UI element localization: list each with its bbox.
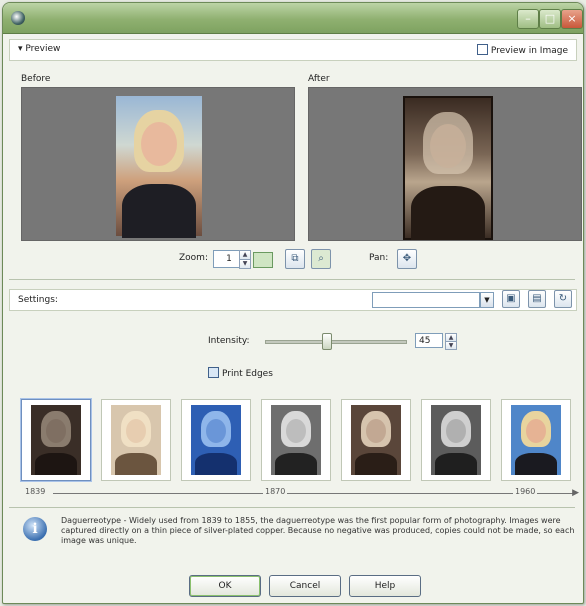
print-edges-label: Print Edges: [222, 369, 273, 379]
after-preview-panel[interactable]: [308, 87, 582, 241]
before-preview-panel[interactable]: [21, 87, 295, 241]
title-bar[interactable]: – □ ×: [3, 3, 583, 34]
ok-button[interactable]: OK: [189, 575, 261, 597]
intensity-slider-thumb[interactable]: [322, 333, 332, 350]
after-label: After: [308, 74, 330, 84]
zoom-slider-icon[interactable]: [253, 252, 273, 268]
arrow-right-icon: ▶: [572, 488, 579, 498]
close-button[interactable]: ×: [561, 9, 583, 29]
mb: [515, 453, 557, 475]
thumbnail-style[interactable]: [21, 399, 91, 481]
settings-bar: Settings: ▼ ▣ ▤ ↻: [9, 289, 577, 311]
cancel-button[interactable]: Cancel: [269, 575, 341, 597]
mf: [206, 419, 226, 443]
mini: [511, 405, 561, 475]
info-icon: i: [23, 517, 47, 541]
intensity-slider-track[interactable]: [265, 340, 407, 344]
divider: [9, 279, 575, 280]
chevron-down-icon[interactable]: ▼: [480, 292, 494, 308]
mini: [271, 405, 321, 475]
mf: [446, 419, 466, 443]
help-button[interactable]: Help: [349, 575, 421, 597]
save-preset-icon[interactable]: ▣: [502, 290, 520, 308]
dialog-window: – □ × ▾ Preview Preview in Image Before …: [2, 2, 584, 604]
thumbnail-style[interactable]: [181, 399, 251, 481]
body-shape: [122, 184, 196, 238]
settings-preset-combo[interactable]: [372, 292, 480, 308]
minimize-button[interactable]: –: [517, 9, 539, 29]
mb: [355, 453, 397, 475]
thumbnail-style[interactable]: [421, 399, 491, 481]
preview-in-image-label: Preview in Image: [490, 46, 568, 56]
mini: [351, 405, 401, 475]
thumbnail-style[interactable]: [261, 399, 331, 481]
mb: [435, 453, 477, 475]
checkbox-box: [476, 44, 488, 55]
timeline-middle-label: 1870: [263, 487, 288, 496]
face: [430, 124, 466, 168]
reset-icon[interactable]: ↻: [554, 290, 572, 308]
mf: [526, 419, 546, 443]
mf: [366, 419, 386, 443]
after-photo: [403, 96, 493, 240]
mb: [195, 453, 237, 475]
mf: [46, 419, 66, 443]
intensity-down-icon[interactable]: ▼: [445, 341, 457, 350]
before-label: Before: [21, 74, 51, 84]
preview-header-bar: ▾ Preview Preview in Image: [9, 39, 577, 61]
divider: [9, 507, 575, 508]
mini: [31, 405, 81, 475]
preview-toggle[interactable]: ▾ Preview: [18, 44, 60, 54]
timeline-end-label: 1960: [513, 487, 538, 496]
settings-label: Settings:: [18, 295, 58, 305]
thumbnail-style[interactable]: [341, 399, 411, 481]
timeline-start-label: 1839: [23, 487, 48, 496]
preview-in-image-checkbox[interactable]: Preview in Image: [476, 44, 568, 56]
intensity-label: Intensity:: [208, 336, 250, 346]
zoom-label: Zoom:: [179, 253, 208, 263]
zoom-tool-icon[interactable]: ⌕: [311, 249, 331, 269]
mini: [111, 405, 161, 475]
maximize-button[interactable]: □: [539, 9, 561, 29]
mini: [191, 405, 241, 475]
zoom-controls: Zoom: 1 ▲ ▼ ⧉ ⌕ Pan: ✥: [3, 249, 583, 269]
mb: [115, 453, 157, 475]
face: [141, 122, 177, 166]
camera-app-icon: [11, 11, 25, 25]
before-photo: [116, 96, 202, 238]
style-thumbnails: [21, 399, 573, 481]
timeline: ▶ 1839 1870 1960: [23, 487, 579, 501]
body-shape: [411, 186, 485, 240]
timeline-line: [53, 493, 573, 494]
thumbnail-style[interactable]: [501, 399, 571, 481]
mb: [35, 453, 77, 475]
manage-presets-icon[interactable]: ▤: [528, 290, 546, 308]
print-edges-checkbox[interactable]: Print Edges: [208, 367, 273, 379]
intensity-input[interactable]: 45: [415, 333, 443, 348]
checkbox-box: [208, 367, 219, 378]
fit-to-window-icon[interactable]: ⧉: [285, 249, 305, 269]
thumbnail-style[interactable]: [101, 399, 171, 481]
pan-label: Pan:: [369, 253, 389, 263]
pan-tool-icon[interactable]: ✥: [397, 249, 417, 269]
mb: [275, 453, 317, 475]
zoom-down-icon[interactable]: ▼: [239, 259, 251, 269]
mf: [286, 419, 306, 443]
mini: [431, 405, 481, 475]
style-description: Daguerreotype - Widely used from 1839 to…: [61, 516, 575, 545]
mf: [126, 419, 146, 443]
